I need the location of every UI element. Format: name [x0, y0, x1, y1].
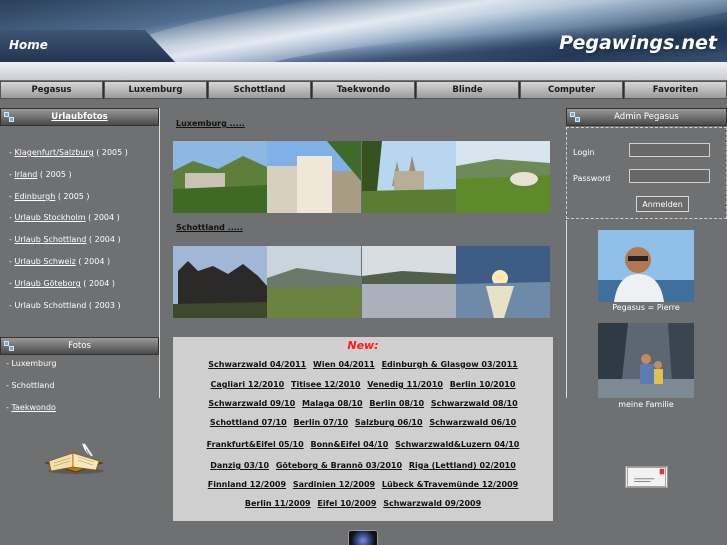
news-link[interactable]: Riga (Lettland) 02/2010 — [409, 461, 516, 470]
list-item: - Klagenfurt/Salzburg ( 2005 ) — [9, 148, 128, 157]
news-link[interactable]: Berlin 11/2009 — [245, 499, 311, 508]
nav-item-favoriten[interactable]: Favoriten — [624, 81, 727, 99]
trip-link[interactable]: Urlaub Schweiz — [14, 257, 75, 266]
news-row: Danzig 03/10 Göteborg & Brannö 03/2010 R… — [173, 461, 553, 470]
list-item: - Irland ( 2005 ) — [9, 170, 72, 179]
news-link[interactable]: Schwarzwald 09/2009 — [383, 499, 481, 508]
portrait-caption: Pegasus = Pierre — [612, 303, 680, 312]
list-item: - Urlaub Schottland ( 2003 ) — [9, 301, 121, 310]
news-link[interactable]: Wien 04/2011 — [313, 360, 375, 369]
news-link[interactable]: Berlin 10/2010 — [450, 380, 516, 389]
news-link[interactable]: Malaga 08/10 — [302, 399, 363, 408]
login-input[interactable] — [629, 143, 710, 157]
mail-icon[interactable] — [625, 466, 668, 488]
header-banner: Home Pegawings.net — [0, 0, 727, 80]
family-caption: meine Familie — [618, 400, 674, 409]
news-link[interactable]: Berlin 07/10 — [294, 418, 349, 427]
trip-link[interactable]: Irland — [14, 170, 37, 179]
header-strip — [0, 62, 727, 80]
news-link[interactable]: Schwarzwald 04/2011 — [208, 360, 306, 369]
news-link[interactable]: Eifel 10/2009 — [317, 499, 376, 508]
nav-item-pegasus[interactable]: Pegasus — [0, 81, 103, 99]
news-link[interactable]: Danzig 03/10 — [210, 461, 269, 470]
news-row: Berlin 11/2009 Eifel 10/2009 Schwarzwald… — [173, 499, 553, 508]
trip-link[interactable]: Urlaub Göteborg — [14, 279, 80, 288]
news-link[interactable]: Bonn&Eifel 04/10 — [310, 440, 388, 449]
fotos-title: Fotos — [68, 341, 91, 351]
globe-logo-icon[interactable] — [348, 530, 378, 545]
list-item: - Urlaub Schweiz ( 2004 ) — [9, 257, 111, 266]
schottland-photo-2[interactable] — [267, 246, 361, 318]
password-label: Password — [573, 174, 611, 183]
portrait-photo[interactable] — [598, 230, 694, 302]
news-row: Schottland 07/10 Berlin 07/10 Salzburg 0… — [173, 418, 553, 427]
news-link[interactable]: Berlin 08/10 — [369, 399, 424, 408]
nav-item-blinde[interactable]: Blinde — [416, 81, 519, 99]
fotos-item-taekwondo[interactable]: - Taekwondo — [6, 403, 56, 412]
news-link[interactable]: Titisee 12/2010 — [291, 380, 360, 389]
luxemburg-section-title[interactable]: Luxemburg ..... — [176, 119, 245, 128]
fotos-item-schottland[interactable]: - Schottland — [6, 381, 54, 390]
news-link[interactable]: Schwarzwald 06/10 — [429, 418, 516, 427]
schottland-photo-1[interactable] — [173, 246, 267, 318]
news-link[interactable]: Schwarzwald 08/10 — [431, 399, 518, 408]
news-link[interactable]: Schwarzwald 09/10 — [208, 399, 295, 408]
news-link[interactable]: Frankfurt&Eifel 05/10 — [207, 440, 304, 449]
news-link[interactable]: Venedig 11/2010 — [367, 380, 443, 389]
admin-header: Admin Pegasus — [566, 108, 727, 126]
luxemburg-photo-4[interactable] — [456, 141, 550, 213]
luxemburg-photo-3[interactable] — [362, 141, 456, 213]
news-link[interactable]: Salzburg 06/10 — [355, 418, 423, 427]
fotos-item-luxemburg[interactable]: - Luxemburg — [6, 359, 56, 368]
news-link[interactable]: Schottland 07/10 — [210, 418, 287, 427]
nav-item-schottland[interactable]: Schottland — [208, 81, 311, 99]
admin-title: Admin Pegasus — [614, 112, 679, 122]
list-item: - Urlaub Göteborg ( 2004 ) — [9, 279, 115, 288]
news-link[interactable]: Edinburgh & Glasgow 03/2011 — [382, 360, 518, 369]
home-link[interactable]: Home — [9, 38, 48, 52]
news-link[interactable]: Lübeck &Travemünde 12/2009 — [382, 480, 518, 489]
trip-link[interactable]: Klagenfurt/Salzburg — [14, 148, 93, 157]
news-row: Schwarzwald 09/10 Malaga 08/10 Berlin 08… — [173, 399, 553, 408]
list-item: - Urlaub Schottland ( 2004 ) — [9, 235, 121, 244]
site-title: Pegawings.net — [559, 32, 717, 54]
fotos-header: Fotos — [0, 337, 159, 355]
news-row: Finnland 12/2009 Sardinien 12/2009 Lübec… — [173, 480, 553, 489]
news-row: Cagliari 12/2010 Titisee 12/2010 Venedig… — [173, 380, 553, 389]
news-link[interactable]: Cagliari 12/2010 — [211, 380, 285, 389]
news-link[interactable]: Schwarzwald&Luzern 04/10 — [395, 440, 519, 449]
news-link[interactable]: Sardinien 12/2009 — [293, 480, 375, 489]
schottland-photo-3[interactable] — [362, 246, 456, 318]
luxemburg-photo-2[interactable] — [267, 141, 361, 213]
tiles-icon — [4, 112, 15, 123]
news-row: Schwarzwald 04/2011 Wien 04/2011 Edinbur… — [173, 360, 553, 369]
trip-link[interactable]: Edinburgh — [14, 192, 55, 201]
nav-item-taekwondo[interactable]: Taekwondo — [312, 81, 415, 99]
tiles-icon — [570, 112, 581, 123]
schottland-photo-4[interactable] — [456, 246, 550, 318]
login-label: Login — [573, 148, 595, 157]
trip-link[interactable]: Urlaub Stockholm — [14, 213, 85, 222]
nav-item-luxemburg[interactable]: Luxemburg — [104, 81, 207, 99]
list-item: - Edinburgh ( 2005 ) — [9, 192, 90, 201]
tiles-icon — [4, 341, 15, 352]
guestbook-icon[interactable] — [42, 441, 107, 475]
password-input[interactable] — [629, 169, 710, 183]
urlaubfotos-header: Urlaubfotos — [0, 108, 159, 126]
login-button[interactable]: Anmelden — [636, 196, 689, 212]
news-link[interactable]: Göteborg & Brannö 03/2010 — [276, 461, 402, 470]
main-nav: Pegasus Luxemburg Schottland Taekwondo B… — [0, 81, 727, 99]
news-box: New: Schwarzwald 04/2011 Wien 04/2011 Ed… — [173, 337, 553, 521]
family-photo[interactable] — [598, 323, 694, 398]
schottland-section-title[interactable]: Schottland ..... — [176, 223, 243, 232]
urlaubfotos-title[interactable]: Urlaubfotos — [51, 112, 107, 122]
list-item: - Urlaub Stockholm ( 2004 ) — [9, 213, 120, 222]
news-link[interactable]: Finnland 12/2009 — [208, 480, 286, 489]
luxemburg-photo-1[interactable] — [173, 141, 267, 213]
news-title: New: — [347, 339, 379, 352]
trip-link[interactable]: Urlaub Schottland — [14, 235, 86, 244]
news-row: Frankfurt&Eifel 05/10 Bonn&Eifel 04/10 S… — [173, 440, 553, 449]
nav-item-computer[interactable]: Computer — [520, 81, 623, 99]
